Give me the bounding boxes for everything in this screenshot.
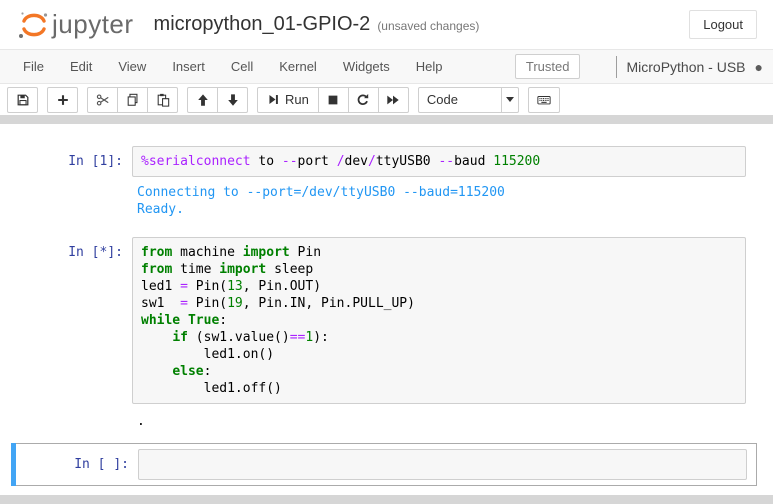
keyboard-icon <box>536 93 552 107</box>
move-down-icon <box>226 93 240 107</box>
add-cell-icon <box>56 93 70 107</box>
step-forward-icon <box>267 93 280 106</box>
kernel-name: MicroPython - USB <box>626 59 745 75</box>
stop-icon <box>326 93 340 107</box>
move-cell-up-button[interactable] <box>187 87 218 113</box>
restart-kernel-icon <box>356 93 370 107</box>
kernel-indicator-area: MicroPython - USB ● <box>616 56 763 78</box>
jupyter-logo-text: jupyter <box>52 9 134 40</box>
dropdown-caret-icon <box>506 97 514 102</box>
cell-1-output: Connecting to --port=/dev/ttyUSB0 --baud… <box>0 184 773 218</box>
cut-cell-button[interactable] <box>87 87 118 113</box>
input-prompt: In [*]: <box>0 237 132 404</box>
add-cell-button[interactable] <box>47 87 78 113</box>
restart-kernel-button[interactable] <box>348 87 379 113</box>
cell-type-caret <box>501 88 518 112</box>
code-cell-3-selected[interactable]: In [ ]: <box>11 443 757 486</box>
cell-type-value: Code <box>419 92 501 107</box>
code-editor[interactable]: from machine import Pinfrom time import … <box>141 244 737 397</box>
jupyter-logo[interactable]: jupyter <box>16 8 134 42</box>
cell-2-output: . <box>0 413 773 430</box>
code-input-2[interactable]: from machine import Pinfrom time import … <box>132 237 746 404</box>
menu-cell[interactable]: Cell <box>218 59 266 74</box>
cut-icon <box>96 93 110 107</box>
copy-cell-button[interactable] <box>117 87 148 113</box>
menu-file[interactable]: File <box>10 59 57 74</box>
save-icon <box>16 93 30 107</box>
save-button[interactable] <box>7 87 38 113</box>
menu-view[interactable]: View <box>105 59 159 74</box>
notebook-title[interactable]: micropython_01-GPIO-2 <box>154 13 371 36</box>
code-editor[interactable]: %serialconnect to --port /dev/ttyUSB0 --… <box>141 153 737 170</box>
menu-widgets[interactable]: Widgets <box>330 59 403 74</box>
code-cell-1: In [1]: %serialconnect to --port /dev/tt… <box>0 146 773 218</box>
paste-icon <box>156 93 170 107</box>
menu-kernel[interactable]: Kernel <box>266 59 330 74</box>
autosave-status: (unsaved changes) <box>377 19 479 33</box>
logout-button[interactable]: Logout <box>689 10 757 39</box>
output-line: Ready. <box>137 201 505 218</box>
input-prompt: In [1]: <box>0 146 132 177</box>
menu-insert[interactable]: Insert <box>159 59 218 74</box>
restart-run-all-button[interactable] <box>378 87 409 113</box>
menu-bar: File Edit View Insert Cell Kernel Widget… <box>0 50 773 84</box>
menu-edit[interactable]: Edit <box>57 59 105 74</box>
kernel-busy-indicator-icon: ● <box>755 60 763 74</box>
fast-forward-icon <box>386 93 400 107</box>
paste-cell-button[interactable] <box>147 87 178 113</box>
toolbar-notebook-divider <box>0 115 773 124</box>
page-bottom-strip <box>0 495 773 504</box>
move-up-icon <box>196 93 210 107</box>
menu-help[interactable]: Help <box>403 59 456 74</box>
cell-type-select[interactable]: Code <box>418 87 519 113</box>
output-line: Connecting to --port=/dev/ttyUSB0 --baud… <box>137 184 505 201</box>
run-cell-button[interactable]: Run <box>257 87 319 113</box>
interrupt-kernel-button[interactable] <box>318 87 349 113</box>
notebook-area: In [1]: %serialconnect to --port /dev/tt… <box>0 124 773 495</box>
command-palette-button[interactable] <box>528 87 560 113</box>
code-editor[interactable] <box>147 456 738 473</box>
selected-cell-bar <box>11 443 16 486</box>
copy-icon <box>126 93 140 107</box>
jupyter-logo-icon <box>16 8 50 42</box>
input-prompt: In [ ]: <box>17 449 138 480</box>
toolbar: Run Code <box>0 84 773 115</box>
header: jupyter micropython_01-GPIO-2 (unsaved c… <box>0 0 773 50</box>
kernel-divider <box>616 56 617 78</box>
run-button-label: Run <box>285 92 309 107</box>
trusted-badge[interactable]: Trusted <box>515 54 581 79</box>
code-input-1[interactable]: %serialconnect to --port /dev/ttyUSB0 --… <box>132 146 746 177</box>
output-line: . <box>137 413 145 430</box>
code-input-3[interactable] <box>138 449 747 480</box>
move-cell-down-button[interactable] <box>217 87 248 113</box>
code-cell-2: In [*]: from machine import Pinfrom time… <box>0 237 773 430</box>
